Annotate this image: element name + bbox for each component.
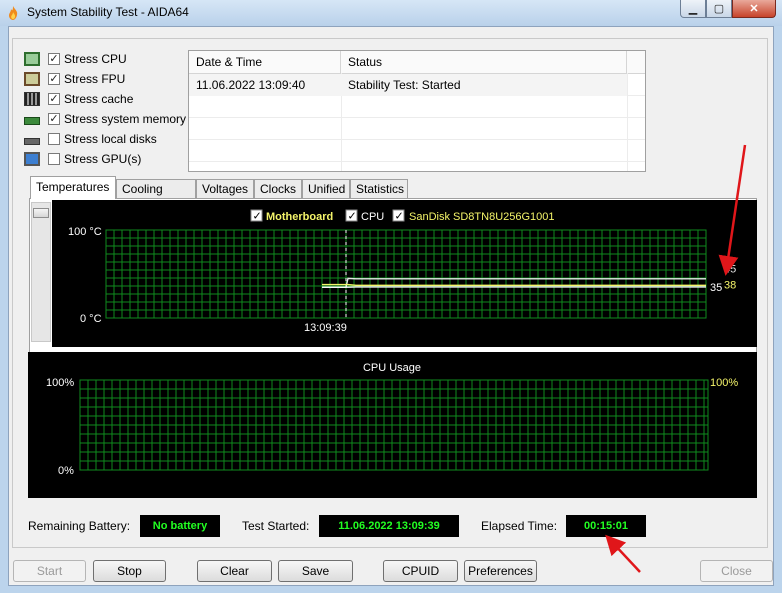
annotation-arrow-icon: [605, 534, 641, 573]
annotation-overlay: [605, 144, 747, 573]
tab-temperatures[interactable]: Temperatures: [30, 176, 116, 199]
annotation-arrow-icon: [718, 144, 747, 276]
